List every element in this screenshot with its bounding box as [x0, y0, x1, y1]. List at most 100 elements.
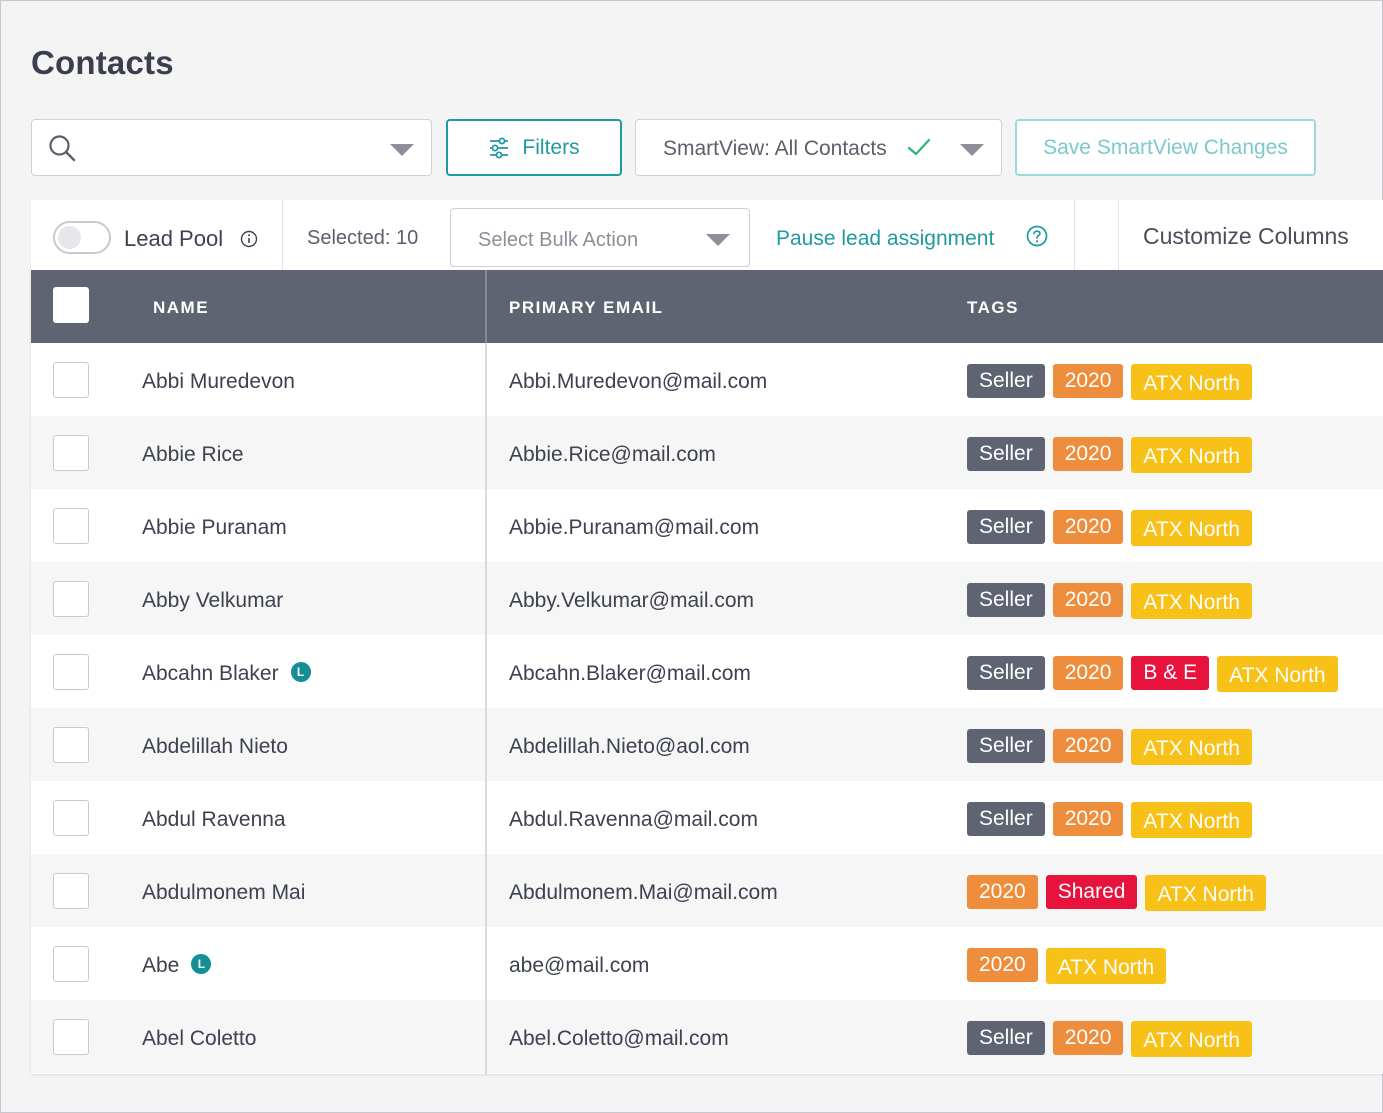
lead-pool-toggle[interactable] — [53, 221, 111, 254]
tag-badge: ATX North — [1145, 875, 1266, 911]
contact-name[interactable]: Abdelillah Nieto — [142, 735, 288, 759]
contact-email[interactable]: Abbie.Puranam@mail.com — [509, 516, 759, 540]
tag-badge: 2020 — [1052, 656, 1124, 690]
contact-name-text: Abdulmonem Mai — [142, 881, 306, 904]
contact-email[interactable]: Abdul.Ravenna@mail.com — [509, 808, 758, 832]
tag-badge: B & E — [1131, 656, 1210, 690]
tag-badge: 2020 — [1052, 802, 1124, 836]
divider — [282, 200, 283, 270]
contact-email[interactable]: Abdulmonem.Mai@mail.com — [509, 881, 778, 905]
chevron-down-icon[interactable] — [960, 144, 984, 156]
contact-name-text: Abby Velkumar — [142, 589, 284, 612]
chevron-down-icon[interactable] — [390, 144, 414, 156]
column-header-tags[interactable]: TAGS — [967, 298, 1019, 318]
table-row[interactable]: Abbie Rice Abbie.Rice@mail.com Seller 2020 A… — [31, 416, 1383, 489]
select-all-checkbox[interactable] — [53, 287, 89, 323]
filters-icon — [490, 137, 509, 158]
contact-name[interactable]: Abdul Ravenna — [142, 808, 286, 832]
table-row[interactable]: Abbi Muredevon Abbi.Muredevon@mail.com Sel… — [31, 343, 1383, 416]
bulk-action-placeholder: Select Bulk Action — [478, 229, 639, 251]
help-icon[interactable] — [1026, 225, 1048, 247]
tag-list: Seller 2020 ATX North — [967, 583, 1252, 619]
table-row[interactable]: Abby Velkumar Abby.Velkumar@mail.com Selle… — [31, 562, 1383, 635]
smartview-label: SmartView: All Contacts — [663, 137, 887, 160]
smartview-select[interactable]: SmartView: All Contacts — [635, 119, 1002, 176]
divider — [1074, 200, 1075, 270]
tag-list: 2020 Shared ATX North — [967, 875, 1266, 911]
row-checkbox[interactable] — [53, 508, 89, 544]
row-checkbox[interactable] — [53, 435, 89, 471]
tag-list: Seller 2020 B & E ATX North — [967, 656, 1338, 692]
column-divider — [485, 343, 487, 1074]
tag-list: 2020 ATX North — [967, 948, 1167, 984]
contact-name[interactable]: Abbie Puranam — [142, 516, 287, 540]
contact-name-text: Abdelillah Nieto — [142, 735, 288, 758]
chevron-down-icon[interactable] — [706, 234, 730, 246]
tag-badge: ATX North — [1131, 802, 1252, 838]
table-row[interactable]: Abcahn Blaker L Abcahn.Blaker@mail.com Sell… — [31, 635, 1383, 708]
table-row[interactable]: Abdulmonem Mai Abdulmonem.Mai@mail.com 202… — [31, 854, 1383, 927]
tag-list: Seller 2020 ATX North — [967, 729, 1252, 765]
contact-name[interactable]: Abe L — [142, 954, 212, 978]
row-checkbox[interactable] — [53, 727, 89, 763]
search-box[interactable] — [31, 119, 432, 176]
table-row[interactable]: Abe Labe@mail.com 2020 ATX North — [31, 927, 1383, 1000]
contact-name-text: Abel Coletto — [142, 1027, 257, 1050]
tag-badge: 2020 — [1052, 510, 1124, 544]
row-checkbox[interactable] — [53, 800, 89, 836]
row-checkbox[interactable] — [53, 1019, 89, 1055]
table-row[interactable]: Abel Coletto Abel.Coletto@mail.com Seller 2… — [31, 1000, 1383, 1073]
row-checkbox[interactable] — [53, 362, 89, 398]
lead-badge: L — [191, 954, 212, 975]
tag-list: Seller 2020 ATX North — [967, 1021, 1252, 1057]
column-header-name[interactable]: NAME — [153, 298, 209, 318]
tag-badge: 2020 — [1052, 729, 1124, 763]
tag-badge: ATX North — [1131, 437, 1252, 473]
tag-badge: Seller — [967, 1021, 1045, 1055]
contact-name[interactable]: Abby Velkumar — [142, 589, 283, 613]
contact-email[interactable]: Abby.Velkumar@mail.com — [509, 589, 754, 613]
row-checkbox[interactable] — [53, 654, 89, 690]
tag-badge: 2020 — [1052, 583, 1124, 617]
column-header-email[interactable]: PRIMARY EMAIL — [509, 298, 664, 318]
pause-lead-assignment-link[interactable]: Pause lead assignment — [776, 227, 994, 251]
info-icon[interactable] — [240, 230, 258, 248]
contact-name-text: Abe — [142, 954, 180, 977]
table-row[interactable]: Abbie Puranam Abbie.Puranam@mail.com Selle… — [31, 489, 1383, 562]
tag-badge: 2020 — [967, 875, 1038, 909]
contact-name[interactable]: Abcahn Blaker L — [142, 662, 311, 686]
selected-count: Selected: 10 — [307, 227, 419, 249]
toggle-knob — [58, 226, 81, 249]
tag-list: Seller 2020 ATX North — [967, 364, 1252, 400]
tag-badge: ATX North — [1131, 364, 1252, 400]
contact-email[interactable]: Abel.Coletto@mail.com — [509, 1027, 729, 1051]
search-input[interactable] — [92, 132, 376, 166]
contact-email[interactable]: Abbi.Muredevon@mail.com — [509, 370, 767, 394]
tag-badge: Seller — [967, 802, 1045, 836]
contact-name-text: Abbi Muredevon — [142, 370, 295, 393]
tag-badge: 2020 — [967, 948, 1038, 982]
contact-name[interactable]: Abbie Rice — [142, 443, 244, 467]
row-checkbox[interactable] — [53, 946, 89, 982]
contact-email[interactable]: abe@mail.com — [509, 954, 649, 978]
bulk-action-select[interactable]: Select Bulk Action — [450, 208, 750, 267]
contact-email[interactable]: Abcahn.Blaker@mail.com — [509, 662, 751, 686]
contact-email[interactable]: Abbie.Rice@mail.com — [509, 443, 716, 467]
contact-name[interactable]: Abdulmonem Mai — [142, 881, 305, 905]
table-row[interactable]: Abdul Ravenna Abdul.Ravenna@mail.com Selle… — [31, 781, 1383, 854]
customize-columns-button[interactable]: Customize Columns — [1143, 223, 1349, 250]
action-bar: Lead Pool Selected: 10 Select Bulk Actio… — [31, 200, 1383, 270]
contact-email[interactable]: Abdelillah.Nieto@aol.com — [509, 735, 750, 759]
tag-badge: Seller — [967, 510, 1045, 544]
save-smartview-button[interactable]: Save SmartView Changes — [1015, 119, 1316, 176]
filters-button[interactable]: Filters — [446, 119, 622, 176]
contact-name[interactable]: Abel Coletto — [142, 1027, 256, 1051]
tag-badge: ATX North — [1045, 948, 1167, 984]
tag-badge: Seller — [967, 437, 1045, 471]
contact-name[interactable]: Abbi Muredevon — [142, 370, 295, 394]
row-checkbox[interactable] — [53, 581, 89, 617]
divider — [1118, 200, 1119, 270]
tag-badge: Seller — [967, 583, 1045, 617]
row-checkbox[interactable] — [53, 873, 89, 909]
table-row[interactable]: Abdelillah Nieto Abdelillah.Nieto@aol.com… — [31, 708, 1383, 781]
